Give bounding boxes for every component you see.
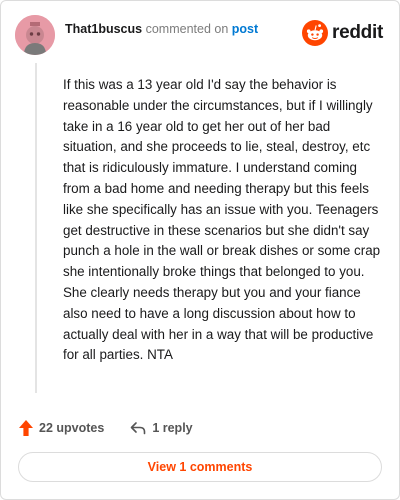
comment-meta: That1buscus commented on post — [65, 21, 258, 37]
upvote-count: 22 upvotes — [39, 421, 105, 435]
upvote-arrow-icon — [19, 420, 33, 436]
action-text: commented on — [145, 22, 229, 36]
comment-card: That1buscus commented on post reddit If … — [0, 0, 400, 500]
reply-arrow-icon — [131, 422, 146, 435]
comment-header: That1buscus commented on post reddit — [15, 15, 385, 55]
thread-line[interactable] — [35, 63, 37, 393]
username-link[interactable]: That1buscus — [65, 22, 142, 36]
reddit-snoo-icon — [302, 20, 329, 46]
comment-actions: 22 upvotes 1 reply — [19, 419, 193, 437]
reply-count: 1 reply — [152, 421, 193, 435]
comment-body: If this was a 13 year old I'd say the be… — [63, 77, 381, 363]
post-link[interactable]: post — [232, 22, 258, 36]
reddit-logo[interactable]: reddit — [302, 20, 383, 46]
reply-button[interactable]: 1 reply — [130, 421, 193, 435]
view-comments-button[interactable]: View 1 comments — [18, 452, 382, 482]
snoo-avatar-icon[interactable] — [15, 15, 55, 55]
upvote-button[interactable]: 22 upvotes — [19, 420, 104, 436]
brand-wordmark: reddit — [332, 22, 383, 43]
